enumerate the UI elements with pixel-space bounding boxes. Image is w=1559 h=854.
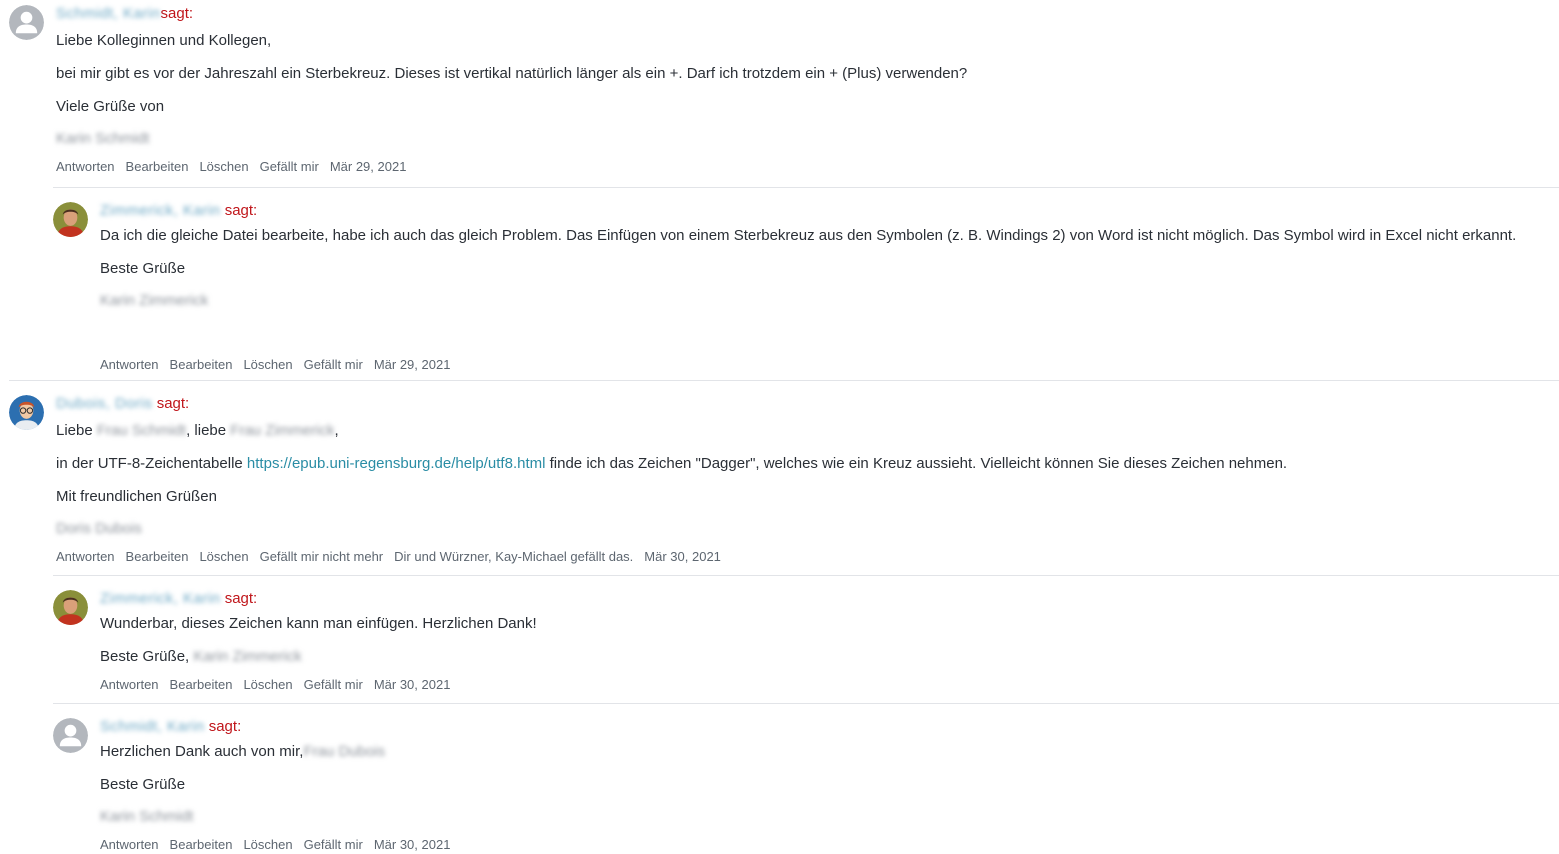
- user-cartoon-avatar[interactable]: [9, 395, 44, 430]
- reply-button[interactable]: Antworten: [56, 548, 115, 566]
- default-user-avatar-icon[interactable]: [53, 718, 88, 753]
- edit-button[interactable]: Bearbeiten: [126, 158, 189, 176]
- comment-text: bei mir gibt es vor der Jahreszahl ein S…: [56, 65, 968, 82]
- comment-text: Wunderbar, dieses Zeichen kann man einfü…: [100, 615, 537, 632]
- mentioned-name: Frau Dubois: [303, 743, 386, 760]
- comment-signature: Karin Zimmerick: [100, 292, 209, 309]
- comment-actions: Antworten Bearbeiten Löschen Gefällt mir…: [100, 676, 1559, 694]
- reply-button[interactable]: Antworten: [100, 356, 159, 374]
- says-label: sagt:: [224, 202, 258, 219]
- comment: Dubois, Doris sagt: Liebe Frau Schmidt, …: [9, 380, 1559, 575]
- greeting-word: , liebe: [186, 422, 227, 439]
- edit-button[interactable]: Bearbeiten: [170, 836, 233, 854]
- like-button[interactable]: Gefällt mir: [304, 356, 363, 374]
- comment-text: Beste Grüße: [100, 776, 186, 793]
- comment-actions: Antworten Bearbeiten Löschen Gefällt mir…: [56, 158, 1559, 176]
- delete-button[interactable]: Löschen: [243, 836, 292, 854]
- like-button[interactable]: Gefällt mir: [260, 158, 319, 176]
- comment-author-link[interactable]: Dubois, Doris: [56, 395, 153, 413]
- delete-button[interactable]: Löschen: [199, 158, 248, 176]
- text-segment: in der UTF-8-Zeichentabelle: [56, 455, 243, 472]
- mentioned-name: Karin Zimmerick: [193, 648, 302, 665]
- utf8-table-link[interactable]: https://epub.uni-regensburg.de/help/utf8…: [247, 455, 546, 472]
- comment-text: Mit freundlichen Grüßen: [56, 488, 217, 505]
- comment-text: Liebe Frau Schmidt, liebe Frau Zimmerick…: [56, 421, 1559, 441]
- reply-comment: Zimmerick, Karin sagt: Da ich die gleich…: [53, 187, 1559, 380]
- like-button[interactable]: Gefällt mir: [304, 676, 363, 694]
- says-label: sagt:: [224, 590, 258, 607]
- edit-button[interactable]: Bearbeiten: [170, 676, 233, 694]
- comment-text: Beste Grüße: [100, 260, 186, 277]
- comment: Schmidt, Karinsagt: Liebe Kolleginnen un…: [9, 2, 1559, 187]
- edit-button[interactable]: Bearbeiten: [170, 356, 233, 374]
- greeting-word: Liebe: [56, 422, 93, 439]
- text-segment: Herzlichen Dank auch von mir,: [100, 743, 304, 760]
- delete-button[interactable]: Löschen: [243, 676, 292, 694]
- comment-thread: Schmidt, Karinsagt: Liebe Kolleginnen un…: [0, 0, 1559, 854]
- comment-text: Liebe Kolleginnen und Kollegen,: [56, 32, 272, 49]
- text-segment: Beste Grüße,: [100, 648, 190, 665]
- comment-author-link[interactable]: Zimmerick, Karin: [100, 590, 221, 608]
- reply-button[interactable]: Antworten: [100, 836, 159, 854]
- comment-text: Da ich die gleiche Datei bearbeite, habe…: [100, 227, 1517, 244]
- mentioned-name: Frau Schmidt: [96, 422, 187, 439]
- comment-actions: Antworten Bearbeiten Löschen Gefällt mir…: [100, 836, 1559, 854]
- comment-signature: Karin Schmidt: [56, 130, 150, 147]
- likes-summary[interactable]: Dir und Würzner, Kay-Michael gefällt das…: [394, 548, 633, 566]
- comment-date[interactable]: Mär 29, 2021: [330, 158, 407, 176]
- says-label: sagt:: [156, 395, 190, 412]
- says-label: sagt:: [160, 5, 194, 22]
- comment-text: in der UTF-8-Zeichentabelle https://epub…: [56, 454, 1559, 474]
- user-photo-avatar[interactable]: [53, 202, 88, 237]
- edit-button[interactable]: Bearbeiten: [126, 548, 189, 566]
- comment-signature: Doris Dubois: [56, 520, 142, 537]
- comment-text: Beste Grüße, Karin Zimmerick: [100, 647, 1559, 667]
- comment-author-link[interactable]: Schmidt, Karin: [100, 718, 205, 736]
- comment-date[interactable]: Mär 29, 2021: [374, 356, 451, 374]
- default-user-avatar-icon[interactable]: [9, 5, 44, 40]
- comment-date[interactable]: Mär 30, 2021: [644, 548, 721, 566]
- comment-actions: Antworten Bearbeiten Löschen Gefällt mir…: [56, 548, 1559, 566]
- unlike-button[interactable]: Gefällt mir nicht mehr: [260, 548, 384, 566]
- comment-author-link[interactable]: Zimmerick, Karin: [100, 202, 221, 220]
- greeting-punct: ,: [334, 422, 339, 439]
- mentioned-name: Frau Zimmerick: [230, 422, 335, 439]
- comment-signature: Karin Schmidt: [100, 808, 194, 825]
- text-segment: finde ich das Zeichen "Dagger", welches …: [549, 455, 1288, 472]
- reply-button[interactable]: Antworten: [100, 676, 159, 694]
- reply-button[interactable]: Antworten: [56, 158, 115, 176]
- says-label: sagt:: [208, 718, 242, 735]
- comment-author-link[interactable]: Schmidt, Karin: [56, 5, 161, 23]
- comment-date[interactable]: Mär 30, 2021: [374, 676, 451, 694]
- reply-comment: Schmidt, Karin sagt: Herzlichen Dank auc…: [53, 703, 1559, 854]
- comment-actions: Antworten Bearbeiten Löschen Gefällt mir…: [100, 356, 1559, 374]
- user-photo-avatar[interactable]: [53, 590, 88, 625]
- comment-text: Viele Grüße von: [56, 98, 165, 115]
- comment-text: Herzlichen Dank auch von mir,Frau Dubois: [100, 742, 1559, 762]
- delete-button[interactable]: Löschen: [243, 356, 292, 374]
- like-button[interactable]: Gefällt mir: [304, 836, 363, 854]
- delete-button[interactable]: Löschen: [199, 548, 248, 566]
- comment-date[interactable]: Mär 30, 2021: [374, 836, 451, 854]
- reply-comment: Zimmerick, Karin sagt: Wunderbar, dieses…: [53, 575, 1559, 703]
